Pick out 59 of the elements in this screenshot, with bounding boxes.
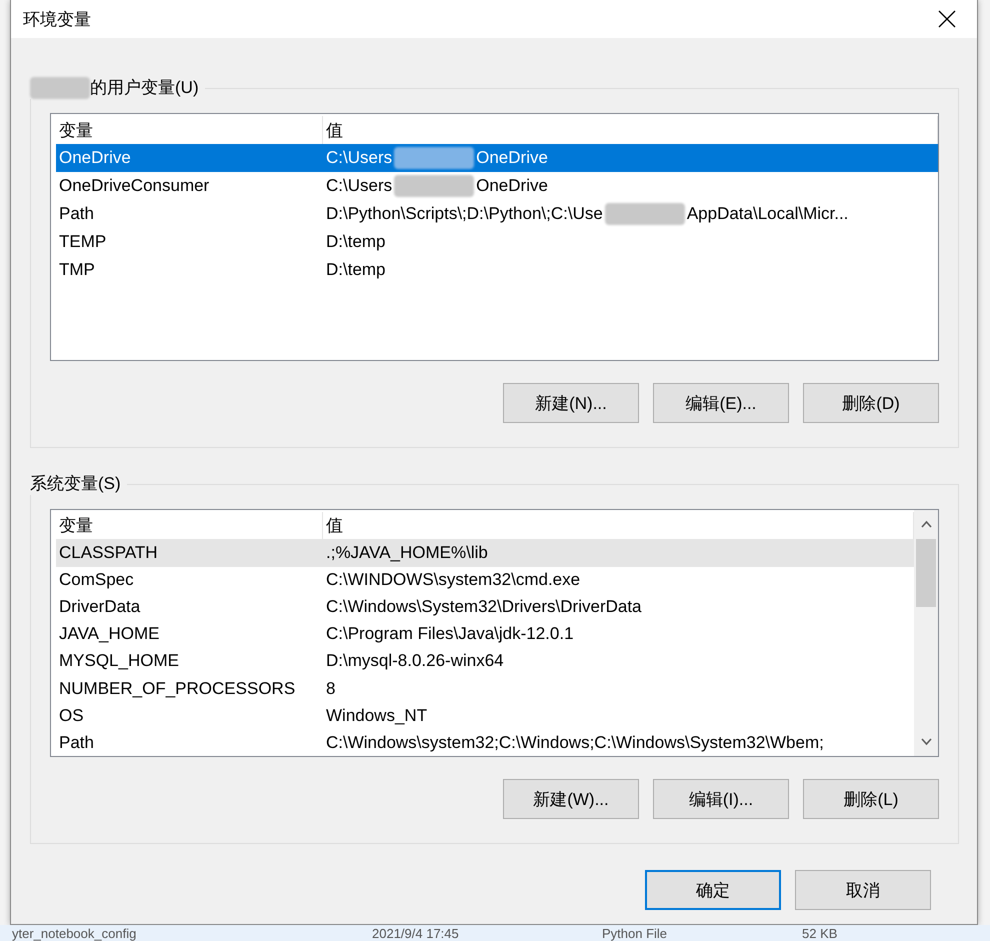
table-cell-text: C:\Windows\System32\Drivers\DriverData: [325, 597, 643, 618]
file-cell-text: 2021/9/4 17:45: [372, 926, 460, 940]
table-cell-text: C:\WINDOWS\system32\cmd.exe: [325, 570, 582, 590]
table-cell-text: .;%JAVA_HOME%\lib: [325, 543, 489, 564]
close-icon: [938, 10, 956, 28]
window-title: 环境变量: [23, 8, 91, 31]
list-row[interactable]: TMP D:\temp: [56, 256, 938, 284]
table-cell-text: TEMP: [58, 232, 108, 252]
table-cell-text: 8: [325, 678, 336, 699]
table-cell-text: NUMBER_OF_PROCESSORS: [58, 678, 296, 699]
table-cell-text: JAVA_HOME: [58, 624, 160, 644]
action-button[interactable]: 新建(W)...: [503, 779, 639, 820]
list-row[interactable]: OneDriveConsumer C:\Users OneDrive: [56, 172, 938, 200]
list-row[interactable]: Path C:\Windows\system32;C:\Windows;C:\Windows\System32\Wbem;: [56, 729, 914, 756]
table-cell-text: TMP: [58, 260, 96, 280]
action-button[interactable]: 编辑(I)...: [653, 779, 789, 820]
table-cell-text: OS: [58, 706, 85, 726]
action-button[interactable]: 删除(D): [803, 383, 939, 424]
table-cell-text: CLASSPATH: [58, 543, 159, 564]
table-cell-text: C:\Program Files\Java\jdk-12.0.1: [325, 624, 575, 644]
list-row[interactable]: OneDrive C:\Users OneDrive: [56, 144, 938, 172]
list-row[interactable]: CLASSPATH .;%JAVA_HOME%\lib: [56, 539, 914, 567]
list-row[interactable]: NUMBER_OF_PROCESSORS 8: [56, 675, 914, 702]
table-cell-text: D:\temp: [325, 260, 387, 280]
dialog-button[interactable]: 确定: [645, 870, 781, 910]
file-cell-text: Python File: [602, 926, 668, 940]
table-cell-text: MYSQL_HOME: [58, 651, 180, 672]
file-cell-text: 52 KB: [802, 926, 838, 940]
dialog-button[interactable]: 取消: [795, 870, 931, 910]
list-row[interactable]: MYSQL_HOME D:\mysql-8.0.26-winx64: [56, 648, 914, 676]
action-button[interactable]: 删除(L): [803, 779, 939, 820]
table-cell-text: OneDriveConsumer: [58, 176, 210, 196]
table-cell-text: D:\Python\Scripts\;D:\Python\;C:\Use AppData\Local\Micr...: [325, 203, 850, 226]
group-title: 系统变量(S): [30, 473, 121, 496]
action-button[interactable]: 编辑(E)...: [653, 383, 789, 424]
list-row[interactable]: DriverData C:\Windows\System32\Drivers\DriverData: [56, 594, 914, 621]
scrollbar[interactable]: [914, 510, 938, 756]
scroll-thumb[interactable]: [916, 539, 936, 608]
table-cell-text: Path: [58, 204, 95, 224]
table-cell-text: Path: [58, 732, 95, 753]
table-cell-text: DriverData: [58, 597, 142, 618]
table-cell-text: C:\Users OneDrive: [325, 175, 549, 198]
table-cell-text: ComSpec: [58, 570, 135, 590]
table-cell-text: D:\mysql-8.0.26-winx64: [325, 651, 505, 672]
variable-list[interactable]: [50, 509, 939, 758]
table-cell-text: Windows_NT: [325, 706, 428, 726]
list-row[interactable]: OS Windows_NT: [56, 702, 914, 730]
variable-list[interactable]: 变量 值 OneDrive C:\Users OneDrive OneDriveConsumer C:\Users OneDrive Path D:\Python\Scripts\;D:\Python\;C:\Use AppData\Local\Micr... TEMP D:\temp TMP D:\temp: [50, 113, 939, 362]
group-title: 的用户变量(U): [90, 77, 199, 100]
list-row[interactable]: TEMP D:\temp: [56, 228, 938, 256]
action-button[interactable]: 新建(N)...: [503, 383, 639, 424]
table-cell-text: D:\temp: [325, 232, 387, 252]
list-row[interactable]: Path D:\Python\Scripts\;D:\Python\;C:\Use AppData\Local\Micr...: [56, 200, 938, 228]
list-row[interactable]: JAVA_HOME C:\Program Files\Java\jdk-12.0.1: [56, 620, 914, 648]
table-cell-text: OneDrive: [58, 148, 132, 168]
file-cell-text: yter_notebook_config: [12, 926, 138, 940]
list-row[interactable]: ComSpec C:\WINDOWS\system32\cmd.exe: [56, 566, 914, 594]
table-cell-text: C:\Users OneDrive: [325, 147, 549, 170]
table-cell-text: C:\Windows\system32;C:\Windows;C:\Windows\System32\Wbem;: [325, 732, 825, 753]
